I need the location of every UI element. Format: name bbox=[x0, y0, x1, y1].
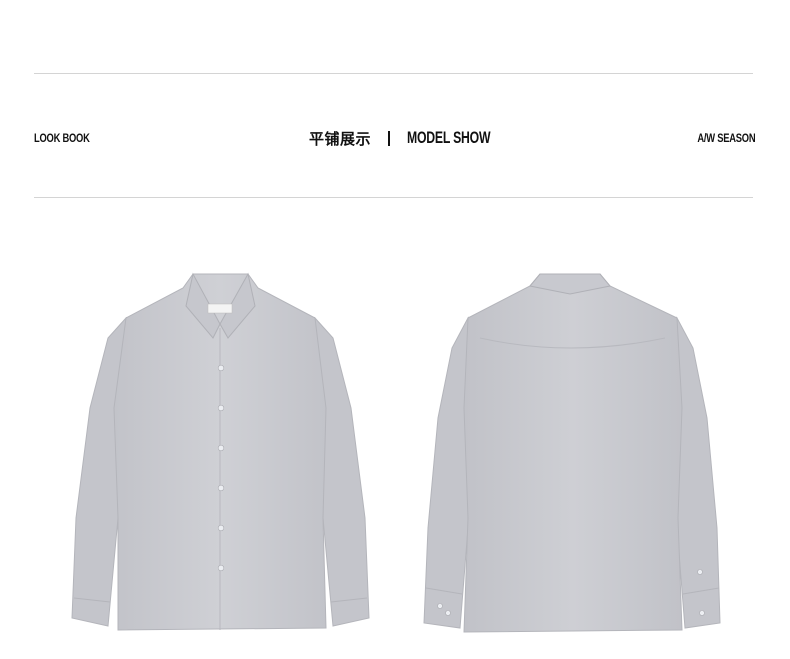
title-chinese: 平铺展示 bbox=[309, 130, 372, 148]
season-label: A/W SEASON bbox=[697, 131, 755, 145]
shirt-front-image bbox=[71, 272, 370, 631]
title-english: MODEL SHOW bbox=[407, 128, 491, 147]
top-divider-line bbox=[34, 73, 753, 74]
title-separator bbox=[388, 130, 391, 146]
shirt-back-image bbox=[423, 273, 721, 633]
bottom-divider-line bbox=[34, 197, 753, 198]
look-book-label: LOOK BOOK bbox=[34, 131, 90, 145]
section-title: 平铺展示 MODEL SHOW bbox=[309, 126, 523, 150]
